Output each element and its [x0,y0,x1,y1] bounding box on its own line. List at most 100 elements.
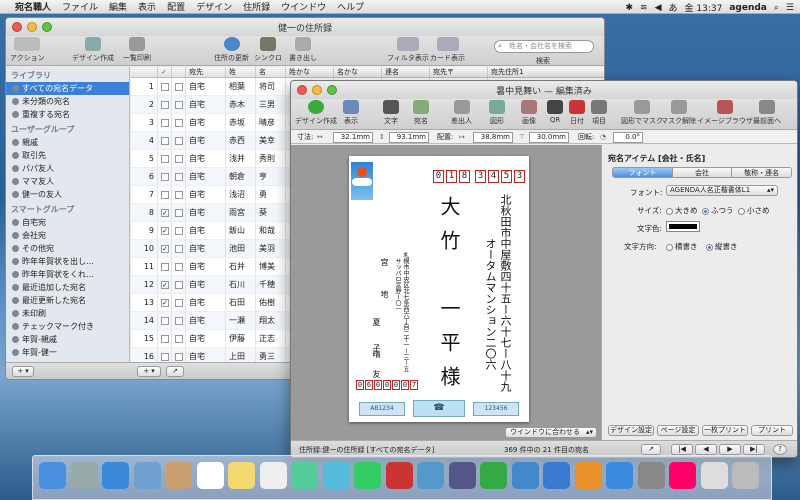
calendar-icon[interactable] [196,462,224,489]
sidebar-item-papa-friends[interactable]: パパ友人 [6,162,129,175]
card-view-button[interactable]: カード表示 [430,37,465,63]
row-to[interactable]: 自宅 [186,294,226,311]
sidebar-item-checked[interactable]: チェックマーク付き [6,320,129,333]
toolbar-item-button[interactable]: 項目 [591,100,607,126]
tab-honorific[interactable]: 敬称・連名 [732,168,791,177]
toolbar-shape-button[interactable]: 図形 [489,100,505,126]
menu-view[interactable]: 表示 [138,0,156,13]
row-mei[interactable]: 秀則 [256,150,286,167]
share-icon[interactable]: ↗ [641,444,661,455]
appstore-icon[interactable] [606,462,633,489]
row-mei[interactable]: 将司 [256,78,286,95]
add-group-button[interactable]: + ▾ [12,366,34,377]
toolbar-image-browser-button[interactable]: イメージブラウザ [697,100,753,126]
keynote-icon[interactable] [511,462,539,489]
row-printed[interactable] [172,240,186,257]
recipient-address[interactable]: 北秋田市中屋敷四十五ー六十七ー八十九 [497,194,513,392]
row-mei[interactable]: 三男 [256,96,286,113]
menu-addressbook[interactable]: 住所録 [243,0,270,13]
bluetooth-icon[interactable]: ✱ [625,3,633,13]
row-to[interactable]: 自宅 [186,132,226,149]
sidebar-item-relatives[interactable]: 親戚 [6,136,129,149]
editor-minimize-button[interactable] [312,85,322,95]
row-to[interactable]: 自宅 [186,222,226,239]
fit-window-select[interactable]: ウインドウに合わせる ▴▾ [505,427,597,438]
sun-picture[interactable] [351,162,373,200]
sidebar-item-mama-friends[interactable]: ママ友人 [6,175,129,188]
sidebar-item-other[interactable]: その他宛 [6,242,129,255]
col-renmei[interactable]: 連名 [382,67,430,77]
row-mei[interactable]: 勇三 [256,348,286,363]
col-mei[interactable]: 名 [256,67,286,77]
row-to[interactable]: 自宅 [186,78,226,95]
sidebar-item-recent-updated[interactable]: 最近更新した宛名 [6,294,129,307]
next-record-button[interactable]: ▶ [719,444,741,455]
minimize-button[interactable] [27,22,37,32]
row-sei[interactable]: 石田 [226,294,256,311]
close-button[interactable] [12,22,22,32]
help-button[interactable]: ? [773,444,787,455]
row-check[interactable] [158,168,172,185]
toolbar-bring-front-button[interactable]: 最前面へ [753,100,781,126]
mail-icon[interactable] [133,462,161,489]
row-sei[interactable]: 伊藤 [226,330,256,347]
row-sei[interactable]: 赤坂 [226,114,256,131]
last-record-button[interactable]: ▶| [743,444,765,455]
font-select[interactable]: AGENDA人名正楷書体L1 ▴▾ [666,185,778,196]
size-small-radio[interactable]: 小さめ [738,205,770,216]
export-button[interactable]: 書き出し [289,37,317,63]
finder-icon[interactable] [39,462,66,489]
row-printed[interactable] [172,330,186,347]
size-normal-radio[interactable]: ふつう [702,205,734,216]
search-input[interactable]: 姓名・会社名を検索 [494,40,594,53]
itunes-icon[interactable] [543,462,570,489]
sidebar-item-clients[interactable]: 取引先 [6,149,129,162]
toolbar-unmask-button[interactable]: マスク解除 [661,100,696,126]
row-printed[interactable] [172,276,186,293]
iphoto-icon[interactable] [417,462,444,489]
agenda-icon[interactable] [669,462,696,489]
toolbar-text-button[interactable]: 文字 [383,100,399,126]
row-to[interactable]: 自宅 [186,96,226,113]
tab-company[interactable]: 会社 [672,168,733,177]
sender-name-1[interactable]: 宮 地 [379,258,390,306]
recipient-building[interactable]: オータムマンション二〇六 [482,238,498,370]
menu-design[interactable]: デザイン [196,0,232,13]
page-settings-button[interactable]: ページ設定 [657,425,699,436]
input-icon[interactable]: あ [669,1,678,14]
y-field[interactable]: 30.0mm [529,132,569,143]
toolbar-mask-button[interactable]: 図形でマスク [621,100,663,126]
toolbar-view-button[interactable]: 表示 [343,100,359,126]
row-check[interactable] [158,312,172,329]
menu-arrange[interactable]: 配置 [167,0,185,13]
update-address-button[interactable]: 住所の更新 [214,37,249,63]
col-to[interactable]: 宛先 [186,67,226,77]
sender-address[interactable]: 札幌市中央区北七条西六丁目二十一ー三ー五 [401,252,410,372]
row-check[interactable] [158,186,172,203]
x-field[interactable]: 38.8mm [473,132,513,143]
row-to[interactable]: 自宅 [186,276,226,293]
facetime-icon[interactable] [354,462,381,489]
row-printed[interactable] [172,132,186,149]
clock[interactable]: 金 13:37 [685,1,723,14]
imovie-icon[interactable] [448,462,476,489]
col-sei-kana[interactable]: 姓かな [286,67,334,77]
row-sei[interactable]: 赤木 [226,96,256,113]
recipient-name[interactable]: 大竹 一平様 [435,196,464,400]
sidebar-item-all[interactable]: すべての宛名データ [6,82,129,95]
row-printed[interactable] [172,78,186,95]
sync-button[interactable]: シンクロ [254,37,282,63]
preferences-icon[interactable] [637,462,665,489]
row-printed[interactable] [172,96,186,113]
toolbar-date-button[interactable]: 日付 [569,100,585,126]
row-mei[interactable]: 美羽 [256,240,286,257]
row-check[interactable] [158,114,172,131]
height-field[interactable]: 93.1mm [389,132,429,143]
stamp-phone-icon[interactable]: ☎ [413,400,465,417]
row-sei[interactable]: 雨宮 [226,204,256,221]
row-to[interactable]: 自宅 [186,348,226,363]
wifi-icon[interactable]: ≋ [640,3,648,13]
sidebar-item-recent-added[interactable]: 最近追加した宛名 [6,281,129,294]
row-sei[interactable]: 池田 [226,240,256,257]
row-check[interactable] [158,150,172,167]
